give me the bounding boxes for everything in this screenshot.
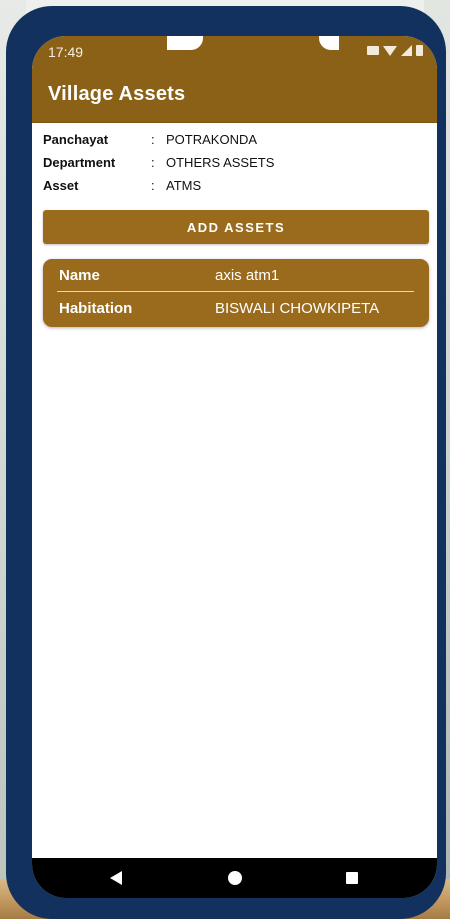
phone-screen: 17:49 Village Assets Panchayat : POTRAKO… bbox=[32, 36, 437, 898]
message-icon bbox=[367, 46, 379, 55]
app-bar: 17:49 Village Assets bbox=[32, 36, 437, 123]
asset-habitation-value: BISWALI CHOWKIPETA bbox=[215, 300, 380, 317]
department-value: OTHERS ASSETS bbox=[166, 155, 275, 170]
status-bar: 17:49 bbox=[32, 36, 437, 68]
status-time: 17:49 bbox=[48, 44, 84, 60]
info-row-asset: Asset : ATMS bbox=[43, 178, 423, 201]
phone-frame: 17:49 Village Assets Panchayat : POTRAKO… bbox=[6, 6, 446, 919]
asset-habitation-label: Habitation bbox=[59, 300, 133, 317]
status-icons bbox=[367, 45, 423, 56]
add-assets-button[interactable]: ADD ASSETS bbox=[43, 210, 429, 244]
info-row-department: Department : OTHERS ASSETS bbox=[43, 155, 423, 178]
asset-name-label: Name bbox=[59, 267, 100, 284]
department-separator: : bbox=[151, 155, 155, 170]
panchayat-label: Panchayat bbox=[43, 132, 109, 147]
asset-value: ATMS bbox=[166, 178, 202, 193]
panchayat-value: POTRAKONDA bbox=[166, 132, 258, 147]
navigation-bar bbox=[32, 858, 437, 898]
recent-apps-icon[interactable] bbox=[346, 872, 358, 884]
wifi-icon bbox=[383, 45, 397, 56]
screen-notch-right bbox=[319, 36, 339, 50]
info-section: Panchayat : POTRAKONDA Department : OTHE… bbox=[43, 132, 423, 201]
asset-habitation-row: Habitation BISWALI CHOWKIPETA bbox=[43, 296, 429, 326]
home-icon[interactable] bbox=[228, 871, 242, 885]
asset-name-value: axis atm1 bbox=[215, 267, 280, 284]
asset-name-row: Name axis atm1 bbox=[43, 263, 429, 293]
page-title: Village Assets bbox=[48, 83, 186, 105]
panchayat-separator: : bbox=[151, 132, 155, 147]
asset-separator: : bbox=[151, 178, 155, 193]
card-divider bbox=[57, 291, 414, 292]
asset-label: Asset bbox=[43, 178, 79, 193]
asset-card[interactable]: Name axis atm1 Habitation BISWALI CHOWKI… bbox=[43, 259, 429, 327]
signal-icon bbox=[401, 45, 412, 56]
battery-icon bbox=[416, 45, 423, 56]
screen-notch-left bbox=[167, 36, 203, 50]
back-icon[interactable] bbox=[110, 871, 122, 885]
info-row-panchayat: Panchayat : POTRAKONDA bbox=[43, 132, 423, 155]
department-label: Department bbox=[43, 155, 116, 170]
